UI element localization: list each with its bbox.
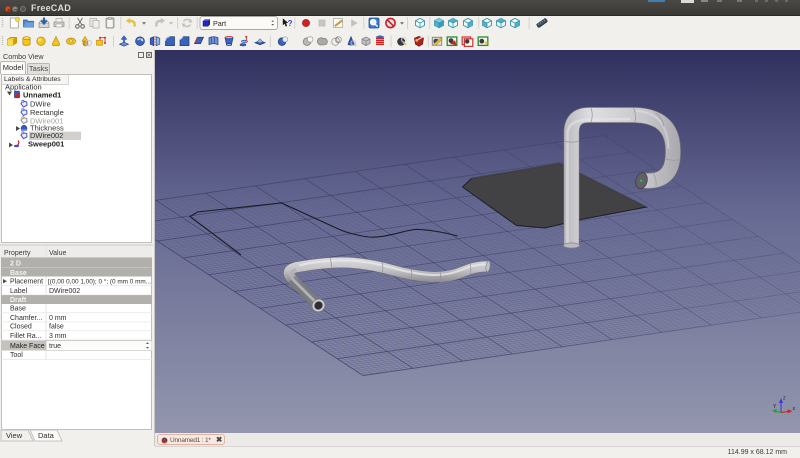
svg-text:true: true: [49, 343, 61, 350]
svg-text:Sweep001: Sweep001: [28, 140, 64, 149]
svg-text:Unnamed1: Unnamed1: [23, 91, 61, 100]
svg-text:2 D: 2 D: [10, 260, 21, 267]
svg-text:0 mm: 0 mm: [49, 315, 67, 322]
svg-text:Property: Property: [4, 250, 31, 257]
svg-text:Chamfer...: Chamfer...: [10, 315, 42, 322]
svg-text:Draft: Draft: [10, 297, 27, 304]
svg-text:Closed: Closed: [10, 324, 32, 331]
svg-text:false: false: [49, 324, 64, 331]
svg-text:Value: Value: [49, 250, 66, 257]
svg-text:Data: Data: [38, 431, 55, 440]
svg-text:Part: Part: [213, 19, 226, 28]
svg-text:?: ?: [288, 19, 293, 28]
svg-text:Label: Label: [10, 288, 28, 295]
svg-text:DWire002: DWire002: [49, 288, 80, 295]
svg-text:3 mm: 3 mm: [49, 333, 67, 340]
svg-text:Fillet Ra...: Fillet Ra...: [10, 333, 42, 340]
svg-text:Make Face: Make Face: [10, 343, 45, 350]
svg-text:[(0,00 0,00 1,00); 0 °; (0 mm: [(0,00 0,00 1,00); 0 °; (0 mm 0 mm...: [48, 278, 151, 286]
svg-text:Placement: Placement: [10, 279, 43, 286]
svg-text:View: View: [6, 431, 23, 440]
svg-text:Base: Base: [10, 306, 26, 313]
svg-text:Tool: Tool: [10, 352, 23, 359]
svg-text:Base: Base: [10, 270, 27, 277]
